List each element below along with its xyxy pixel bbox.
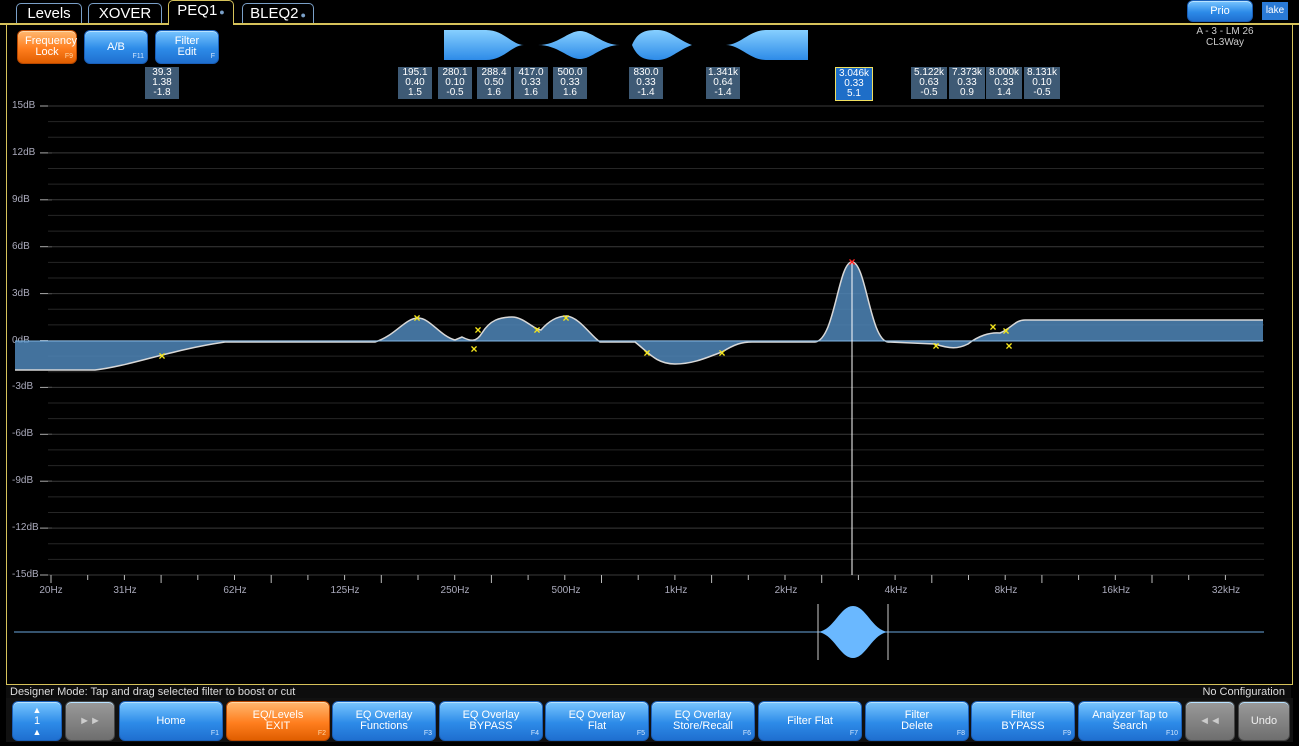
fkey-label: F3 xyxy=(423,730,432,737)
filter-marker-icon[interactable]: × xyxy=(1002,324,1009,338)
filter-delete-button[interactable]: Filter Delete F8 xyxy=(865,701,969,741)
button-label: EQ Overlay BYPASS xyxy=(462,709,520,732)
button-label: Filter Delete xyxy=(901,709,933,732)
fkey-label: F8 xyxy=(956,730,965,737)
button-label: EQ Overlay Flat xyxy=(568,709,626,732)
next-page-button[interactable]: ►► xyxy=(65,701,115,741)
arrow-down-icon: ▲ xyxy=(32,726,42,737)
eq-overlay-functions-button[interactable]: EQ Overlay Functions F3 xyxy=(332,701,436,741)
filter-marker-icon[interactable]: × xyxy=(932,339,939,353)
eq-overlay-bypass-button[interactable]: EQ Overlay BYPASS F4 xyxy=(439,701,543,741)
analyzer-button[interactable]: Analyzer Tap to Search F10 xyxy=(1078,701,1182,741)
button-label: Filter BYPASS xyxy=(1001,709,1045,732)
button-label: Analyzer Tap to Search xyxy=(1092,709,1168,732)
filter-marker-icon[interactable]: × xyxy=(474,323,481,337)
filter-marker-icon[interactable]: × xyxy=(470,342,477,356)
eq-overlay-flat-button[interactable]: EQ Overlay Flat F5 xyxy=(545,701,649,741)
filter-flat-button[interactable]: Filter Flat F7 xyxy=(758,701,862,741)
fkey-label: F2 xyxy=(317,730,326,737)
page-selector-button[interactable]: ▲ 1 ▲ xyxy=(12,701,62,741)
status-bar: Designer Mode: Tap and drag selected fil… xyxy=(6,684,1291,699)
tab-label: PEQ1 xyxy=(177,2,218,19)
fast-forward-icon: ►► xyxy=(79,714,101,727)
configuration-status: No Configuration xyxy=(1202,686,1285,698)
undo-button[interactable]: Undo xyxy=(1238,701,1290,741)
fkey-label: F7 xyxy=(849,730,858,737)
arrow-up-icon: ▲ xyxy=(32,704,42,715)
filter-marker-icon[interactable]: × xyxy=(413,311,420,325)
button-label: Undo xyxy=(1250,714,1278,727)
filter-marker-icon[interactable]: × xyxy=(1005,339,1012,353)
eq-levels-exit-button[interactable]: EQ/Levels EXIT F2 xyxy=(226,701,330,741)
button-label: EQ Overlay Store/Recall xyxy=(673,709,733,732)
filter-marker-icon[interactable]: × xyxy=(562,311,569,325)
rewind-icon: ◄◄ xyxy=(1199,714,1221,727)
eq-graph[interactable]: ×××× ××× × ×× ××× xyxy=(0,0,1299,680)
fkey-label: F1 xyxy=(210,730,219,737)
button-label: EQ Overlay Functions xyxy=(355,709,413,732)
filter-marker-icon[interactable]: × xyxy=(533,323,540,337)
page-number: 1 xyxy=(33,714,41,727)
fkey-label: F9 xyxy=(1062,730,1071,737)
button-label: Filter Flat xyxy=(787,714,833,727)
previous-page-button[interactable]: ◄◄ xyxy=(1185,701,1235,741)
selected-filter-shape-icon[interactable] xyxy=(818,606,888,658)
selected-filter-marker-icon[interactable]: × xyxy=(848,255,855,269)
filter-marker-icon[interactable]: × xyxy=(643,346,650,360)
fkey-label: F4 xyxy=(530,730,539,737)
fkey-label: F5 xyxy=(636,730,645,737)
filter-marker-icon[interactable]: × xyxy=(718,346,725,360)
eq-overlay-store-recall-button[interactable]: EQ Overlay Store/Recall F6 xyxy=(651,701,755,741)
filter-marker-icon[interactable]: × xyxy=(158,349,165,363)
filter-preview xyxy=(14,604,1264,660)
button-label: Home xyxy=(156,714,186,727)
fkey-label: F10 xyxy=(1165,730,1178,737)
filter-bypass-button[interactable]: Filter BYPASS F9 xyxy=(971,701,1075,741)
filter-marker-icon[interactable]: × xyxy=(989,320,996,334)
home-button[interactable]: Home F1 xyxy=(119,701,223,741)
status-text: Designer Mode: Tap and drag selected fil… xyxy=(10,686,296,698)
button-label: EQ/Levels EXIT xyxy=(252,709,304,732)
tab-peq1[interactable]: PEQ1 ● xyxy=(168,0,234,25)
fkey-label: F6 xyxy=(742,730,751,737)
